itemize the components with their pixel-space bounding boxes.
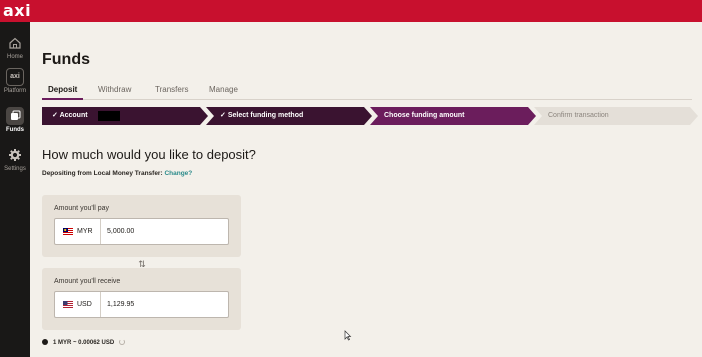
malaysia-flag-icon <box>63 228 73 235</box>
tabs-divider <box>42 99 692 100</box>
funds-icon <box>6 107 24 125</box>
receive-currency-code: USD <box>77 301 92 308</box>
main-content: Funds Deposit Withdraw Transfers Manage … <box>30 22 702 357</box>
sidebar-item-settings[interactable]: Settings <box>0 146 30 173</box>
pay-currency-selector[interactable]: MYR <box>55 219 101 244</box>
redacted-block <box>98 111 120 121</box>
mouse-cursor-icon <box>344 330 352 341</box>
receive-amount-field: USD <box>54 291 229 318</box>
active-tab-indicator <box>42 98 83 100</box>
sidebar-item-label: Settings <box>4 166 26 172</box>
loading-spinner-icon <box>119 339 126 345</box>
check-icon: ✓ <box>52 112 60 119</box>
top-bar: axi <box>0 0 702 22</box>
pay-currency-code: MYR <box>77 228 93 235</box>
check-icon: ✓ <box>220 112 228 119</box>
platform-icon: axi <box>6 68 24 86</box>
sidebar-item-label: Platform <box>3 88 27 94</box>
step-select-funding-method: ✓ Select funding method <box>206 107 372 125</box>
sidebar-item-home[interactable]: Home <box>0 34 30 61</box>
step-label: Choose funding amount <box>384 112 465 119</box>
axi-logo[interactable]: axi <box>3 1 31 21</box>
pay-amount-input[interactable] <box>107 219 225 244</box>
tab-manage[interactable]: Manage <box>209 85 238 94</box>
sidebar-item-funds[interactable]: Funds <box>0 107 30 134</box>
pay-amount-label: Amount you'll pay <box>54 205 110 212</box>
receive-currency-selector[interactable]: USD <box>55 292 101 317</box>
pay-amount-field: MYR <box>54 218 229 245</box>
sidebar-item-label: Home <box>6 54 23 60</box>
step-account: ✓ Account <box>42 107 208 125</box>
step-label: Select funding method <box>227 112 304 119</box>
step-choose-funding-amount: Choose funding amount <box>370 107 536 125</box>
sidebar-item-platform[interactable]: axi Platform <box>0 68 30 95</box>
exchange-rate-text: 1 MYR ~ 0.00062 USD <box>53 340 115 346</box>
gear-icon <box>9 149 21 161</box>
progress-stepper: ✓ Account ✓ Select funding method Choose… <box>42 107 698 125</box>
receive-amount-input[interactable] <box>107 292 225 317</box>
deposit-question: How much would you like to deposit? <box>42 147 256 162</box>
tab-deposit[interactable]: Deposit <box>48 85 77 94</box>
exchange-rate: 1 MYR ~ 0.00062 USD <box>42 339 126 346</box>
step-label: Account <box>59 112 88 119</box>
sidebar-item-label: Funds <box>6 127 24 133</box>
change-method-link[interactable]: Change? <box>164 170 192 177</box>
tab-transfers[interactable]: Transfers <box>155 85 189 94</box>
step-confirm-transaction: Confirm transaction <box>534 107 698 125</box>
receive-amount-card: Amount you'll receive USD <box>42 268 241 330</box>
home-icon <box>9 37 21 49</box>
info-icon <box>42 339 48 345</box>
sidebar: Home axi Platform Funds Settings <box>0 22 30 357</box>
tab-withdraw[interactable]: Withdraw <box>98 85 131 94</box>
depositing-from-text: Depositing from Local Money Transfer: Ch… <box>42 170 192 177</box>
receive-amount-label: Amount you'll receive <box>54 278 121 285</box>
pay-amount-card: Amount you'll pay MYR <box>42 195 241 257</box>
depositing-from-label: Depositing from Local Money Transfer: <box>42 170 163 177</box>
step-label: Confirm transaction <box>548 112 609 119</box>
page-title: Funds <box>42 51 90 68</box>
us-flag-icon <box>63 301 73 308</box>
